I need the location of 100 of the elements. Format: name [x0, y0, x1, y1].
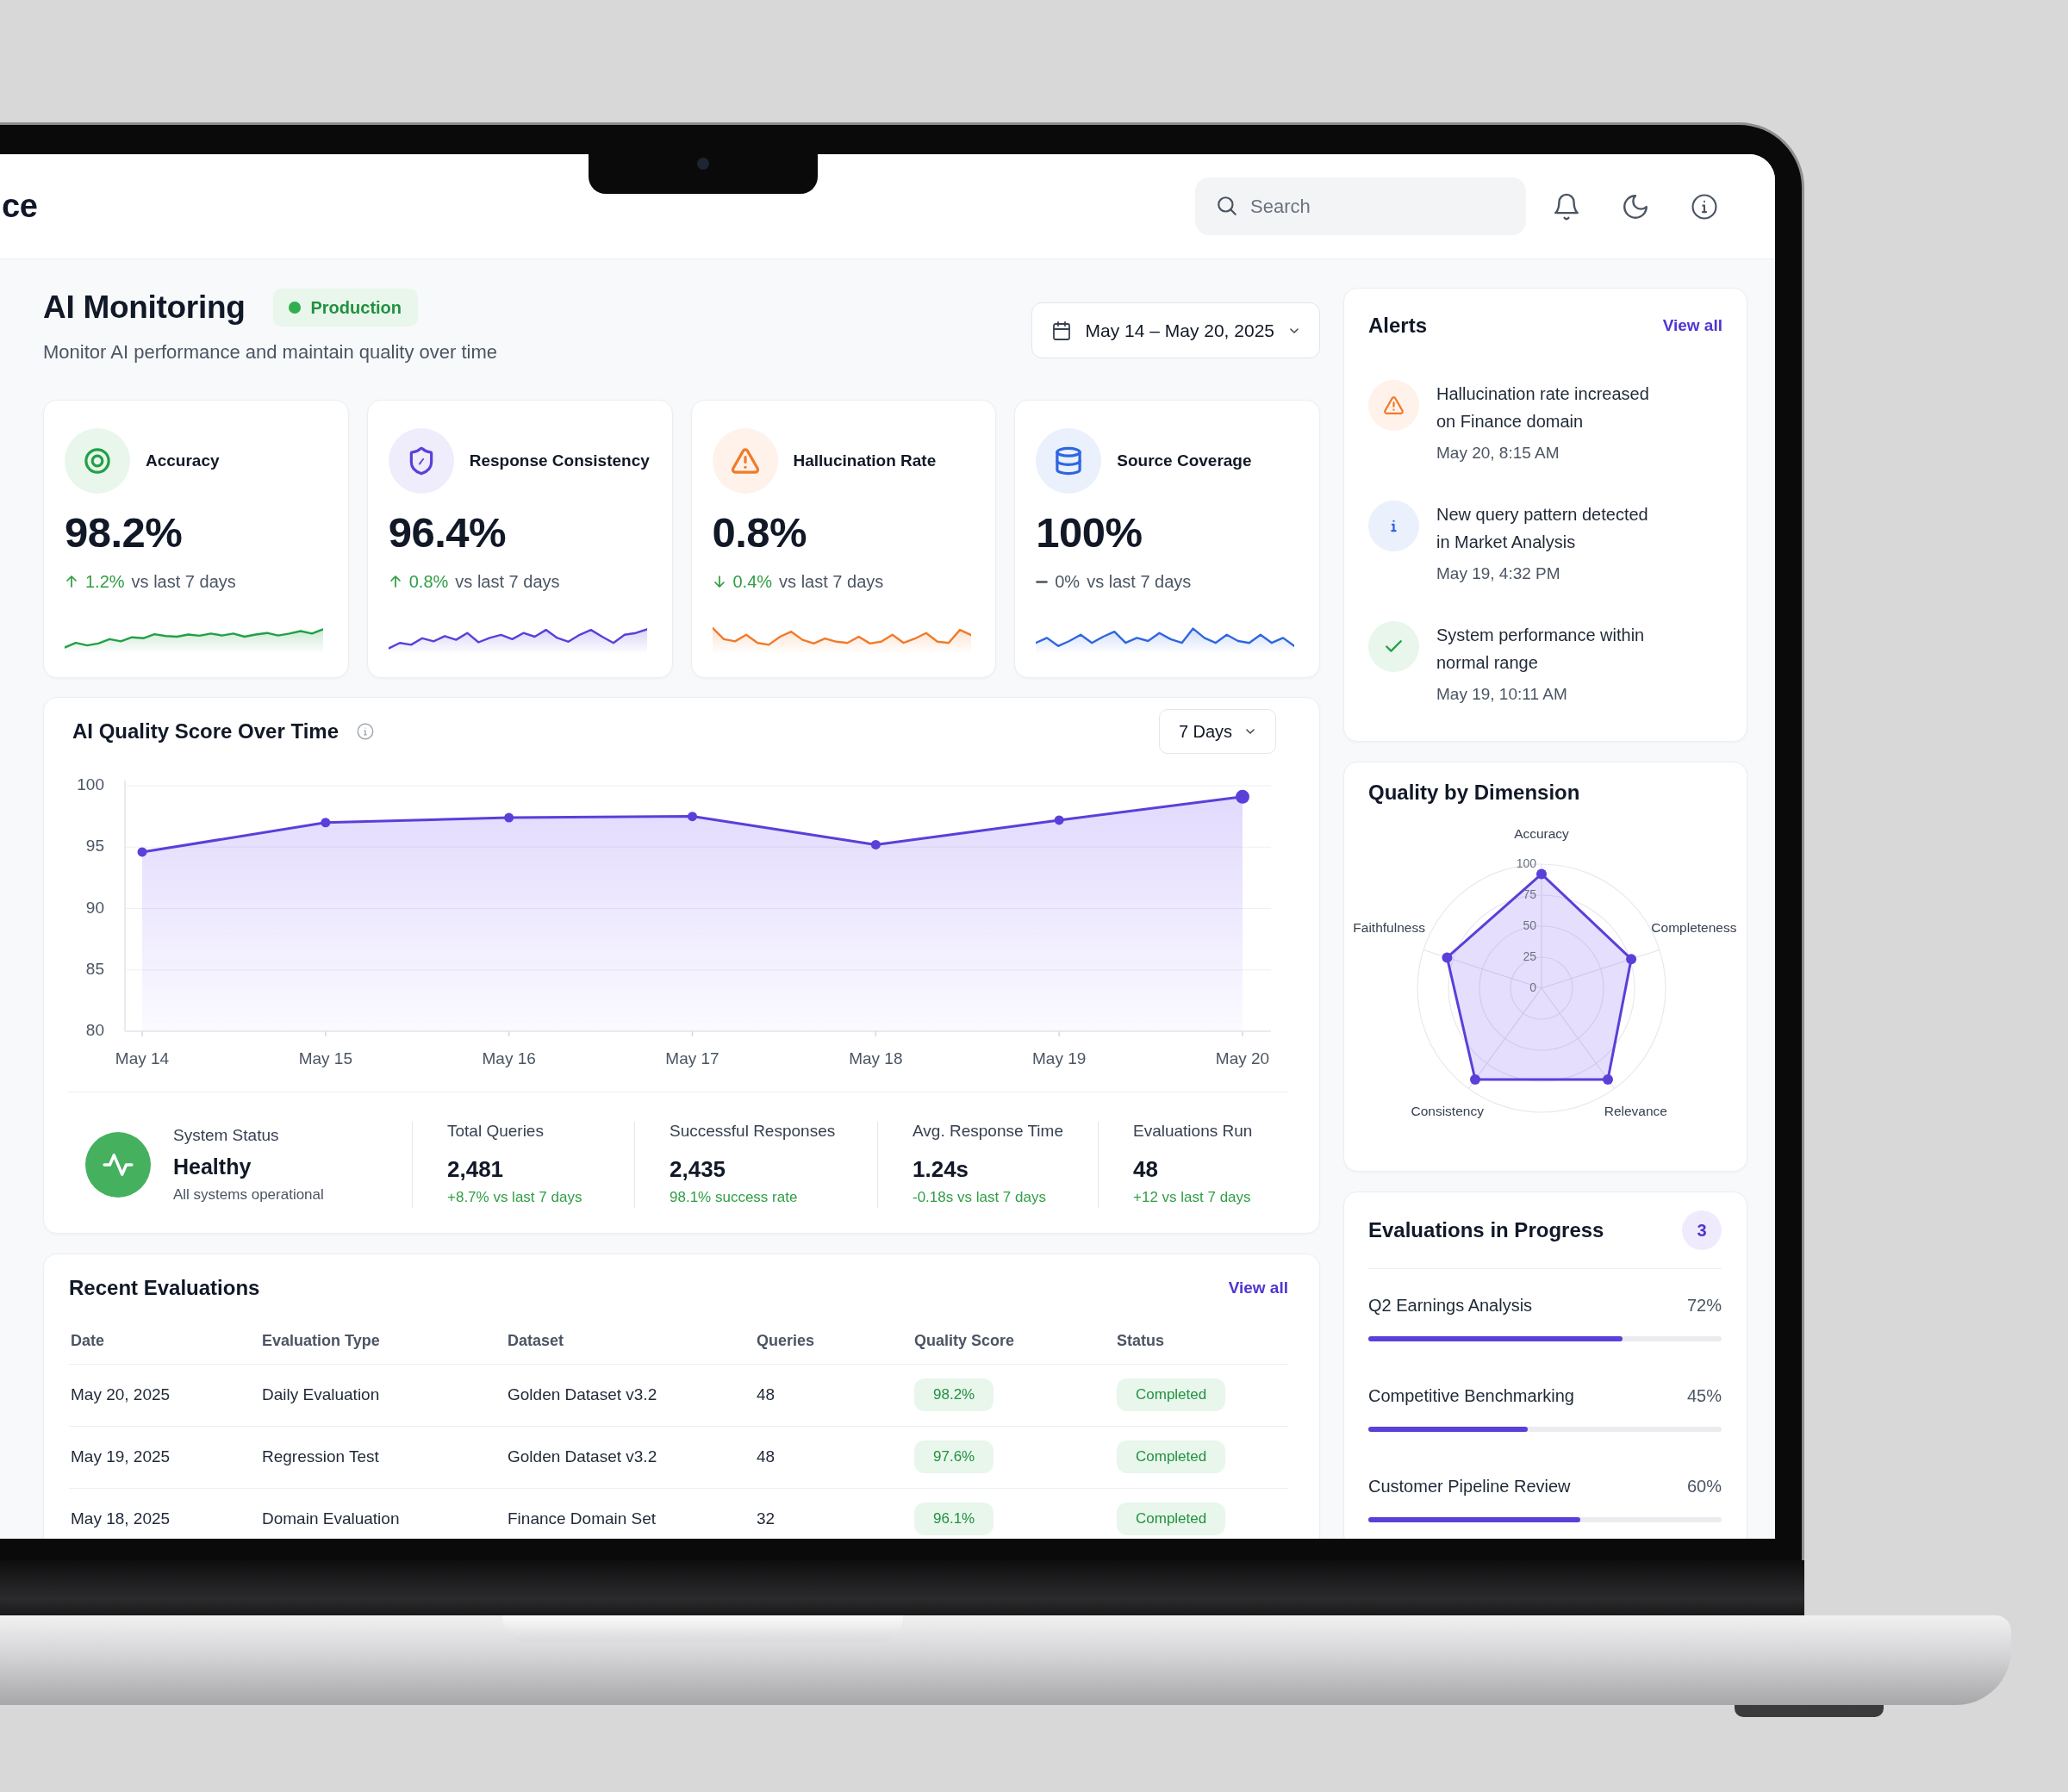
delta-value: 0.4%	[732, 571, 773, 593]
score-pill: 97.6%	[914, 1440, 994, 1473]
warning-icon	[1368, 380, 1419, 431]
evaluation-name: Customer Pipeline Review	[1368, 1476, 1571, 1497]
evaluation-name: Competitive Benchmarking	[1368, 1385, 1574, 1407]
progress-percent: 72%	[1686, 1295, 1722, 1316]
range-dropdown[interactable]: 7 Days	[1159, 709, 1276, 754]
axis-label: May 20	[1215, 1049, 1270, 1067]
axis-label: Relevance	[1604, 1104, 1667, 1119]
dash-icon	[1036, 580, 1049, 583]
comparison-text: vs last 7 days	[779, 571, 884, 593]
axis-label: May 15	[298, 1049, 352, 1067]
table-cell: Golden Dataset v3.2	[506, 1426, 755, 1488]
delta-value: 0.8%	[408, 571, 449, 593]
progress-percent: 45%	[1686, 1385, 1722, 1407]
status-value: Healthy	[173, 1154, 252, 1180]
axis-label: Accuracy	[1514, 826, 1569, 842]
data-point	[137, 847, 147, 857]
column-header: Status	[1115, 1318, 1288, 1364]
tick-label: 50	[1523, 918, 1536, 932]
data-point	[321, 818, 331, 828]
stat-label: Total Queries	[447, 1122, 545, 1141]
view-all-link[interactable]: View all	[1228, 1274, 1288, 1302]
table-cell: Golden Dataset v3.2	[506, 1364, 755, 1426]
status-label: System Status	[173, 1125, 280, 1146]
card-title: Evaluations in Progress	[1368, 1217, 1604, 1243]
page-heading: AI Monitoring	[43, 289, 246, 327]
tick-label: 75	[1523, 887, 1536, 901]
axis-label: May 16	[482, 1049, 536, 1067]
table-cell: Regression Test	[260, 1426, 506, 1488]
bell-icon[interactable]	[1552, 191, 1581, 221]
status-dot-icon	[288, 302, 301, 314]
data-point	[1536, 868, 1547, 880]
search-field[interactable]: Search	[1195, 177, 1526, 235]
status-pill: Completed	[1117, 1378, 1226, 1411]
stat-change: -0.18s vs last 7 days	[913, 1188, 1047, 1207]
info-icon	[1368, 501, 1419, 551]
score-pill: 98.2%	[914, 1378, 994, 1411]
card-title: Alerts	[1368, 313, 1428, 339]
status-pill: Completed	[1117, 1503, 1226, 1535]
data-point	[504, 812, 514, 823]
table-cell: Domain Evaluation	[260, 1488, 506, 1539]
metric-value: 0.8%	[712, 509, 808, 556]
delta-value: 1.2%	[85, 571, 125, 593]
stat-change: +8.7% vs last 7 days	[447, 1188, 583, 1207]
metric-label: Hallucination Rate	[793, 450, 937, 471]
evaluation-name: Q2 Earnings Analysis	[1368, 1295, 1533, 1316]
metric-label: Response Consistency	[469, 450, 650, 471]
status-pill: Completed	[1117, 1440, 1226, 1473]
axis-label: 90	[85, 898, 104, 917]
warning-icon	[712, 428, 778, 494]
table-cell: 32	[755, 1488, 913, 1539]
metric-value: 96.4%	[388, 509, 508, 556]
arrow-down-icon	[712, 575, 726, 588]
target-icon	[65, 428, 130, 494]
table-cell: May 19, 2025	[69, 1426, 260, 1488]
column-header: Quality Score	[913, 1318, 1115, 1364]
metric-label: Source Coverage	[1117, 450, 1252, 471]
axis-label: 80	[85, 1021, 104, 1039]
alert-text: New query pattern detected in Market Analysis	[1436, 504, 1649, 553]
info-icon[interactable]	[1690, 191, 1719, 221]
comparison-text: vs last 7 days	[455, 571, 560, 593]
metric-value: 98.2%	[65, 509, 184, 556]
alert-time: May 19, 4:32 PM	[1436, 563, 1561, 584]
alert-text: Hallucination rate increased on Finance domain	[1436, 383, 1650, 432]
date-range-picker[interactable]: May 14 – May 20, 2025	[1031, 302, 1320, 358]
data-point	[1442, 952, 1453, 963]
stat-change: 98.1% success rate	[670, 1188, 799, 1207]
arrow-up-icon	[65, 575, 78, 588]
axis-label: 95	[85, 837, 104, 856]
axis-label: May 19	[1032, 1049, 1087, 1067]
shield-icon	[388, 428, 454, 494]
alert-text: System performance within normal range	[1436, 625, 1646, 674]
data-point	[1054, 815, 1064, 825]
comparison-text: vs last 7 days	[1087, 571, 1192, 593]
data-point	[1603, 1074, 1613, 1085]
stat-label: Successful Responses	[670, 1122, 837, 1141]
data-point	[688, 812, 697, 822]
count-badge: 3	[1682, 1210, 1722, 1250]
calendar-icon	[1050, 320, 1072, 341]
arrow-up-icon	[388, 575, 402, 588]
table-cell: May 20, 2025	[69, 1364, 260, 1426]
table-cell: Finance Domain Set	[506, 1488, 755, 1539]
axis-label: May 14	[115, 1049, 170, 1067]
axis-label: Consistency	[1411, 1104, 1484, 1119]
column-header: Evaluation Type	[260, 1318, 506, 1364]
check-icon	[1368, 621, 1419, 672]
column-header: Queries	[755, 1318, 913, 1364]
environment-tag: Production	[272, 289, 419, 327]
data-point	[1470, 1074, 1480, 1085]
view-all-link[interactable]: View all	[1662, 312, 1722, 339]
data-point	[1626, 954, 1637, 965]
comparison-text: vs last 7 days	[131, 571, 236, 593]
column-header: Date	[69, 1318, 260, 1364]
data-point	[870, 839, 881, 849]
stat-value: 2,435	[670, 1156, 727, 1182]
database-icon	[1036, 428, 1102, 494]
stat-label: Avg. Response Time	[913, 1122, 1064, 1141]
status-note: All systems operational	[173, 1185, 324, 1204]
chart-title: Quality by Dimension	[1367, 780, 1581, 806]
